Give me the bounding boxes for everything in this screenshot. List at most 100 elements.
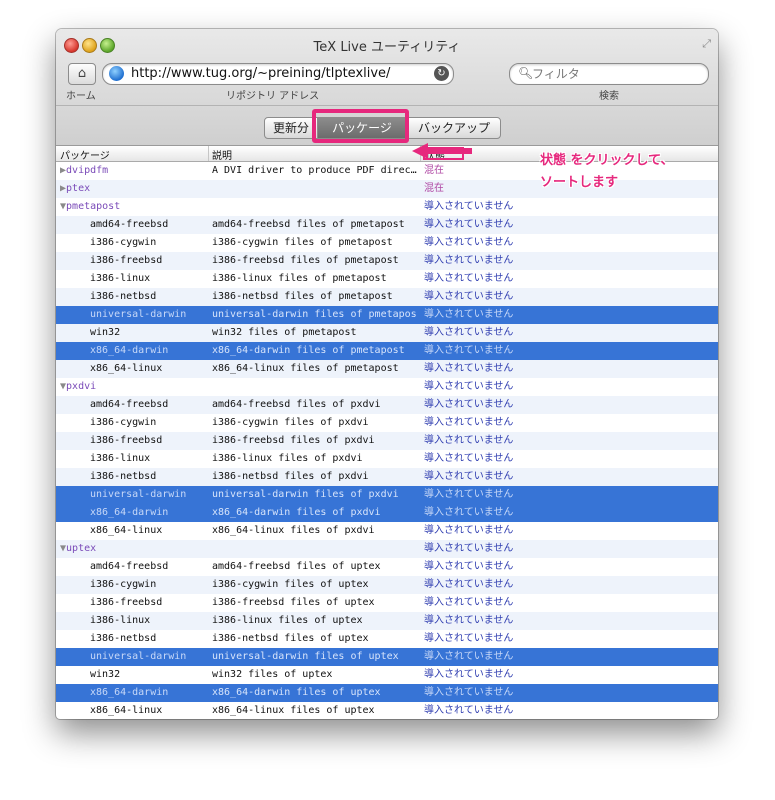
package-name: i386-netbsd xyxy=(90,471,157,482)
package-name: amd64-freebsd xyxy=(90,561,169,572)
table-row[interactable]: i386-freebsd i386-freebsd files of pxdvi 導… xyxy=(56,432,718,450)
package-name-cell: i386-netbsd xyxy=(90,288,156,306)
package-status-cell: 導入されていません xyxy=(424,345,514,356)
table-row[interactable]: universal-darwin universal-darwin files o… xyxy=(56,486,718,504)
package-name: win32 xyxy=(90,327,121,338)
column-divider[interactable] xyxy=(208,146,209,161)
table-row[interactable]: win32 win32 files of uptex 導入されていません xyxy=(56,666,718,684)
package-description-cell: i386-linux files of uptex xyxy=(212,615,363,626)
column-header-package[interactable]: パッケージ xyxy=(60,147,110,162)
packages-tab-highlight xyxy=(312,109,409,143)
table-row[interactable]: i386-netbsd i386-netbsd files of pmetapos… xyxy=(56,288,718,306)
package-description-cell: win32 files of pmetapost xyxy=(212,327,357,338)
table-row[interactable]: i386-freebsd i386-freebsd files of uptex 導… xyxy=(56,594,718,612)
toolbar-divider xyxy=(56,105,718,106)
table-row[interactable]: ▼pxdvi 導入されていません xyxy=(56,378,718,396)
table-row[interactable]: i386-linux i386-linux files of pxdvi 導入されて… xyxy=(56,450,718,468)
arrow-shape xyxy=(412,143,472,159)
home-button[interactable]: ⌂ xyxy=(68,63,96,85)
window-title: TeX Live ユーティリティ xyxy=(313,40,461,55)
home-label: ホーム xyxy=(66,91,96,102)
repository-url-text: http://www.tug.org/~preining/tlptexlive/ xyxy=(131,66,391,81)
package-name-cell: x86_64-darwin xyxy=(90,504,168,522)
package-name-cell: amd64-freebsd xyxy=(90,216,168,234)
package-status-cell: 導入されていません xyxy=(424,291,514,302)
package-name: x86_64-linux xyxy=(90,525,163,536)
table-row[interactable]: ▼pmetapost 導入されていません xyxy=(56,198,718,216)
package-name: universal-darwin xyxy=(90,489,187,500)
package-name: i386-cygwin xyxy=(90,237,157,248)
package-status-cell: 導入されていません xyxy=(424,705,514,716)
package-name-cell: ▼uptex xyxy=(60,540,96,558)
package-description-cell: i386-freebsd files of pmetapost xyxy=(212,255,399,266)
package-status-cell: 導入されていません xyxy=(424,561,514,572)
package-status-cell: 導入されていません xyxy=(424,237,514,248)
package-list[interactable]: パッケージ 説明 状態 ▶dvipdfm A DVI driver to prod… xyxy=(56,146,718,719)
table-row[interactable]: x86_64-linux x86_64-linux files of pxdvi 導… xyxy=(56,522,718,540)
package-description-cell: i386-linux files of pmetapost xyxy=(212,273,387,284)
package-status-cell: 導入されていません xyxy=(424,597,514,608)
table-row[interactable]: i386-linux i386-linux files of pmetapost 導… xyxy=(56,270,718,288)
table-row[interactable]: x86_64-linux x86_64-linux files of uptex 導… xyxy=(56,702,718,719)
package-name: i386-linux xyxy=(90,615,151,626)
repository-label: リポジトリ アドレス xyxy=(226,91,320,102)
package-name-cell: i386-linux xyxy=(90,450,150,468)
search-label: 検索 xyxy=(599,91,619,102)
package-description-cell: i386-netbsd files of pmetapost xyxy=(212,291,393,302)
package-name: i386-netbsd xyxy=(90,633,157,644)
table-row[interactable]: x86_64-linux x86_64-linux files of pmetap… xyxy=(56,360,718,378)
table-row[interactable]: amd64-freebsd amd64-freebsd files of upte… xyxy=(56,558,718,576)
package-name-cell: x86_64-linux xyxy=(90,360,162,378)
fullscreen-icon[interactable]: ⤢ xyxy=(702,37,711,51)
table-row[interactable]: i386-freebsd i386-freebsd files of pmetap… xyxy=(56,252,718,270)
table-row[interactable]: amd64-freebsd amd64-freebsd files of pxdv… xyxy=(56,396,718,414)
table-row[interactable]: i386-cygwin i386-cygwin files of uptex 導入さ… xyxy=(56,576,718,594)
filter-input[interactable] xyxy=(532,65,697,82)
package-name-cell: i386-linux xyxy=(90,270,150,288)
table-row[interactable]: amd64-freebsd amd64-freebsd files of pmet… xyxy=(56,216,718,234)
filter-search-field[interactable]: 🔍︎ xyxy=(509,63,709,85)
table-row[interactable]: i386-cygwin i386-cygwin files of pmetapos… xyxy=(56,234,718,252)
package-name-cell: ▼pxdvi xyxy=(60,378,96,396)
package-status-cell: 導入されていません xyxy=(424,417,514,428)
table-row[interactable]: ▼uptex 導入されていません xyxy=(56,540,718,558)
column-header-description[interactable]: 説明 xyxy=(212,147,232,162)
package-status-cell: 導入されていません xyxy=(424,507,514,518)
package-status-cell: 導入されていません xyxy=(424,651,514,662)
package-description-cell: i386-netbsd files of pxdvi xyxy=(212,471,369,482)
table-row[interactable]: i386-netbsd i386-netbsd files of uptex 導入さ… xyxy=(56,630,718,648)
table-row[interactable]: universal-darwin universal-darwin files o… xyxy=(56,648,718,666)
table-row[interactable]: i386-netbsd i386-netbsd files of pxdvi 導入さ… xyxy=(56,468,718,486)
package-name-cell: i386-cygwin xyxy=(90,234,156,252)
package-description-cell: universal-darwin files of uptex xyxy=(212,651,399,662)
table-row[interactable]: universal-darwin universal-darwin files o… xyxy=(56,306,718,324)
package-description-cell: x86_64-linux files of pxdvi xyxy=(212,525,375,536)
tab-updates[interactable]: 更新分 xyxy=(264,117,318,139)
package-description-cell: i386-freebsd files of pxdvi xyxy=(212,435,375,446)
package-description-cell: amd64-freebsd files of pmetapost xyxy=(212,219,405,230)
reload-icon[interactable]: ↻ xyxy=(434,66,449,81)
package-name-cell: i386-cygwin xyxy=(90,414,156,432)
table-row[interactable]: x86_64-darwin x86_64-darwin files of pmet… xyxy=(56,342,718,360)
search-icon: 🔍︎ xyxy=(518,66,534,80)
package-name-cell: i386-netbsd xyxy=(90,468,156,486)
package-name: i386-linux xyxy=(90,453,151,464)
repository-url-field[interactable]: http://www.tug.org/~preining/tlptexlive/… xyxy=(102,63,454,85)
table-row[interactable]: i386-linux i386-linux files of uptex 導入されて… xyxy=(56,612,718,630)
package-status-cell: 導入されていません xyxy=(424,543,514,554)
package-name: x86_64-darwin xyxy=(90,687,169,698)
table-row[interactable]: x86_64-darwin x86_64-darwin files of upte… xyxy=(56,684,718,702)
tab-backup[interactable]: バックアップ xyxy=(407,117,501,139)
package-name: x86_64-linux xyxy=(90,705,163,716)
table-row[interactable]: i386-cygwin i386-cygwin files of pxdvi 導入さ… xyxy=(56,414,718,432)
package-name: win32 xyxy=(90,669,121,680)
package-description-cell: i386-netbsd files of uptex xyxy=(212,633,369,644)
package-name-cell: i386-linux xyxy=(90,612,150,630)
package-status-cell: 導入されていません xyxy=(424,309,514,320)
table-row[interactable]: win32 win32 files of pmetapost 導入されていません xyxy=(56,324,718,342)
table-row[interactable]: x86_64-darwin x86_64-darwin files of pxdv… xyxy=(56,504,718,522)
package-status-cell: 混在 xyxy=(424,165,444,176)
package-name-cell: win32 xyxy=(90,324,120,342)
package-name: i386-cygwin xyxy=(90,417,157,428)
package-description-cell: universal-darwin files of pmetapost xyxy=(212,309,417,320)
